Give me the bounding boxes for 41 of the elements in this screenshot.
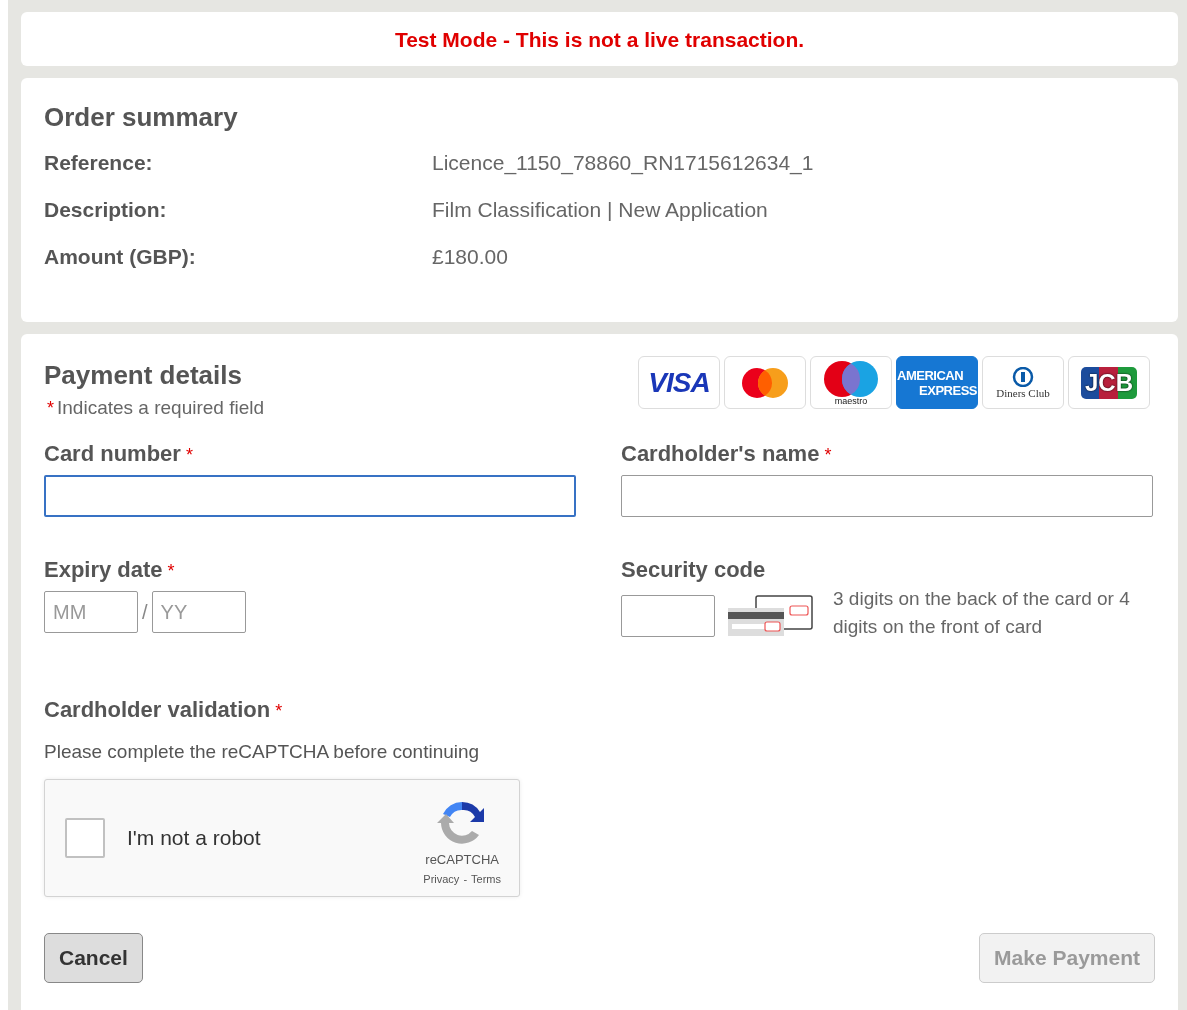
security-code-field[interactable] [621, 595, 715, 637]
expiry-month-field[interactable]: MM [44, 591, 138, 633]
captcha-label: I'm not a robot [127, 826, 262, 850]
required-asterisk: * [275, 701, 283, 721]
date-separator: / [142, 600, 148, 624]
summary-label: Description: [44, 198, 168, 222]
link-separator: - [463, 872, 468, 885]
card-logo: VISA [638, 356, 720, 409]
captcha-checkbox[interactable] [65, 818, 105, 858]
expiry-year-field[interactable]: YY [151, 591, 246, 633]
required-note: Indicates a required field [57, 397, 265, 418]
recaptcha-brand: reCAPTCHA [425, 851, 499, 867]
privacy-link[interactable]: Privacy [423, 872, 460, 885]
card-logo-icon [724, 356, 806, 409]
cardholder-name-field[interactable] [621, 475, 1153, 517]
summary-value: Film Classification | New Application [432, 198, 768, 222]
section-title: Order summary [44, 102, 239, 133]
summary-label: Amount (GBP): [44, 245, 197, 269]
field-label: Cardholder validation [44, 697, 271, 722]
card-logo: maestro [810, 356, 892, 409]
required-asterisk: * [185, 445, 193, 465]
card-logo: Diners Club [982, 356, 1064, 409]
summary-value: Licence_1150_78860_RN1715612634_1 [432, 151, 814, 175]
security-code-hint: 3 digits on the back of the card or 4 digits on the front of card [833, 587, 1131, 639]
field-label: Cardholder's name [621, 441, 820, 466]
summary-label: Reference: [44, 151, 154, 175]
required-asterisk: * [167, 561, 175, 581]
summary-value: £180.00 [432, 245, 508, 269]
card-logo: AMERICAN EXPRESS [896, 356, 978, 409]
required-asterisk: * [47, 398, 54, 418]
field-label: Card number [44, 441, 181, 466]
field-label: Expiry date [44, 557, 163, 582]
test-mode-banner: Test Mode - This is not a live transaction. [21, 12, 1178, 66]
card-number-field[interactable] [44, 475, 576, 517]
field-label: Security code [621, 557, 766, 582]
terms-link[interactable]: Terms [471, 872, 501, 885]
captcha-instruction: Please complete the reCAPTCHA before continuing [44, 741, 481, 763]
cancel-button[interactable]: Cancel [44, 933, 143, 983]
card-back-icon [727, 595, 813, 637]
required-asterisk: * [824, 445, 832, 465]
section-title: Payment details [44, 360, 243, 391]
